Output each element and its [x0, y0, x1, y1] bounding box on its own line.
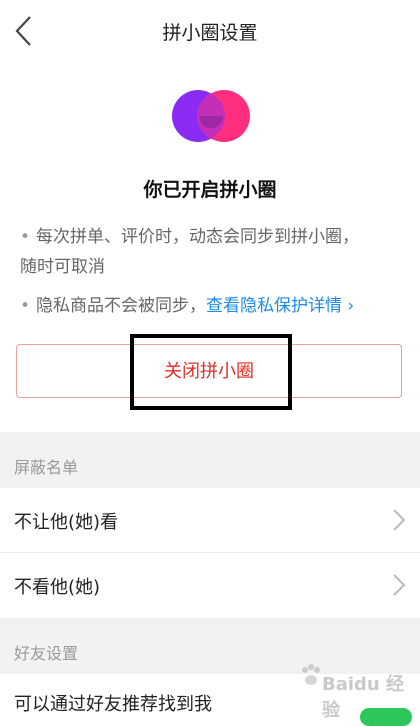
row-label: 不看他(她) — [14, 577, 101, 598]
row-label: 不让他(她)看 — [14, 512, 119, 533]
row-dont-see[interactable]: 不看他(她) — [0, 553, 420, 617]
chevron-right-icon — [393, 509, 406, 531]
baidu-watermark: Baidu 经验 — [300, 662, 410, 721]
bullet-privacy-info: • 隐私商品不会被同步，查看隐私保护详情 › — [20, 296, 355, 316]
header: 拼小圈设置 — [0, 0, 420, 62]
page-title: 拼小圈设置 — [162, 22, 258, 44]
section-label: 屏蔽名单 — [14, 458, 79, 477]
pinxiaoquan-logo — [172, 90, 250, 142]
section-label: 好友设置 — [14, 644, 79, 663]
bullet-dot-icon: • — [20, 227, 31, 247]
bullet-dot-icon: • — [20, 296, 31, 316]
watermark-text: Baidu 经验 — [322, 674, 405, 721]
chevron-right-icon — [393, 574, 406, 596]
row-label: 可以通过好友推荐找到我 — [14, 694, 212, 715]
status-heading: 你已开启拼小圈 — [143, 179, 277, 201]
privacy-details-link[interactable]: 查看隐私保护详情 › — [206, 296, 354, 316]
row-hide-from[interactable]: 不让他(她)看 — [0, 488, 420, 552]
close-pinxiaoquan-button[interactable]: 关闭拼小圈 — [16, 344, 402, 398]
paw-icon — [302, 664, 320, 685]
blocklist-section-header: 屏蔽名单 — [0, 432, 420, 488]
bullet-sync-info: • 每次拼单、评价时，动态会同步到拼小圈， 随时可取消 — [20, 227, 360, 277]
